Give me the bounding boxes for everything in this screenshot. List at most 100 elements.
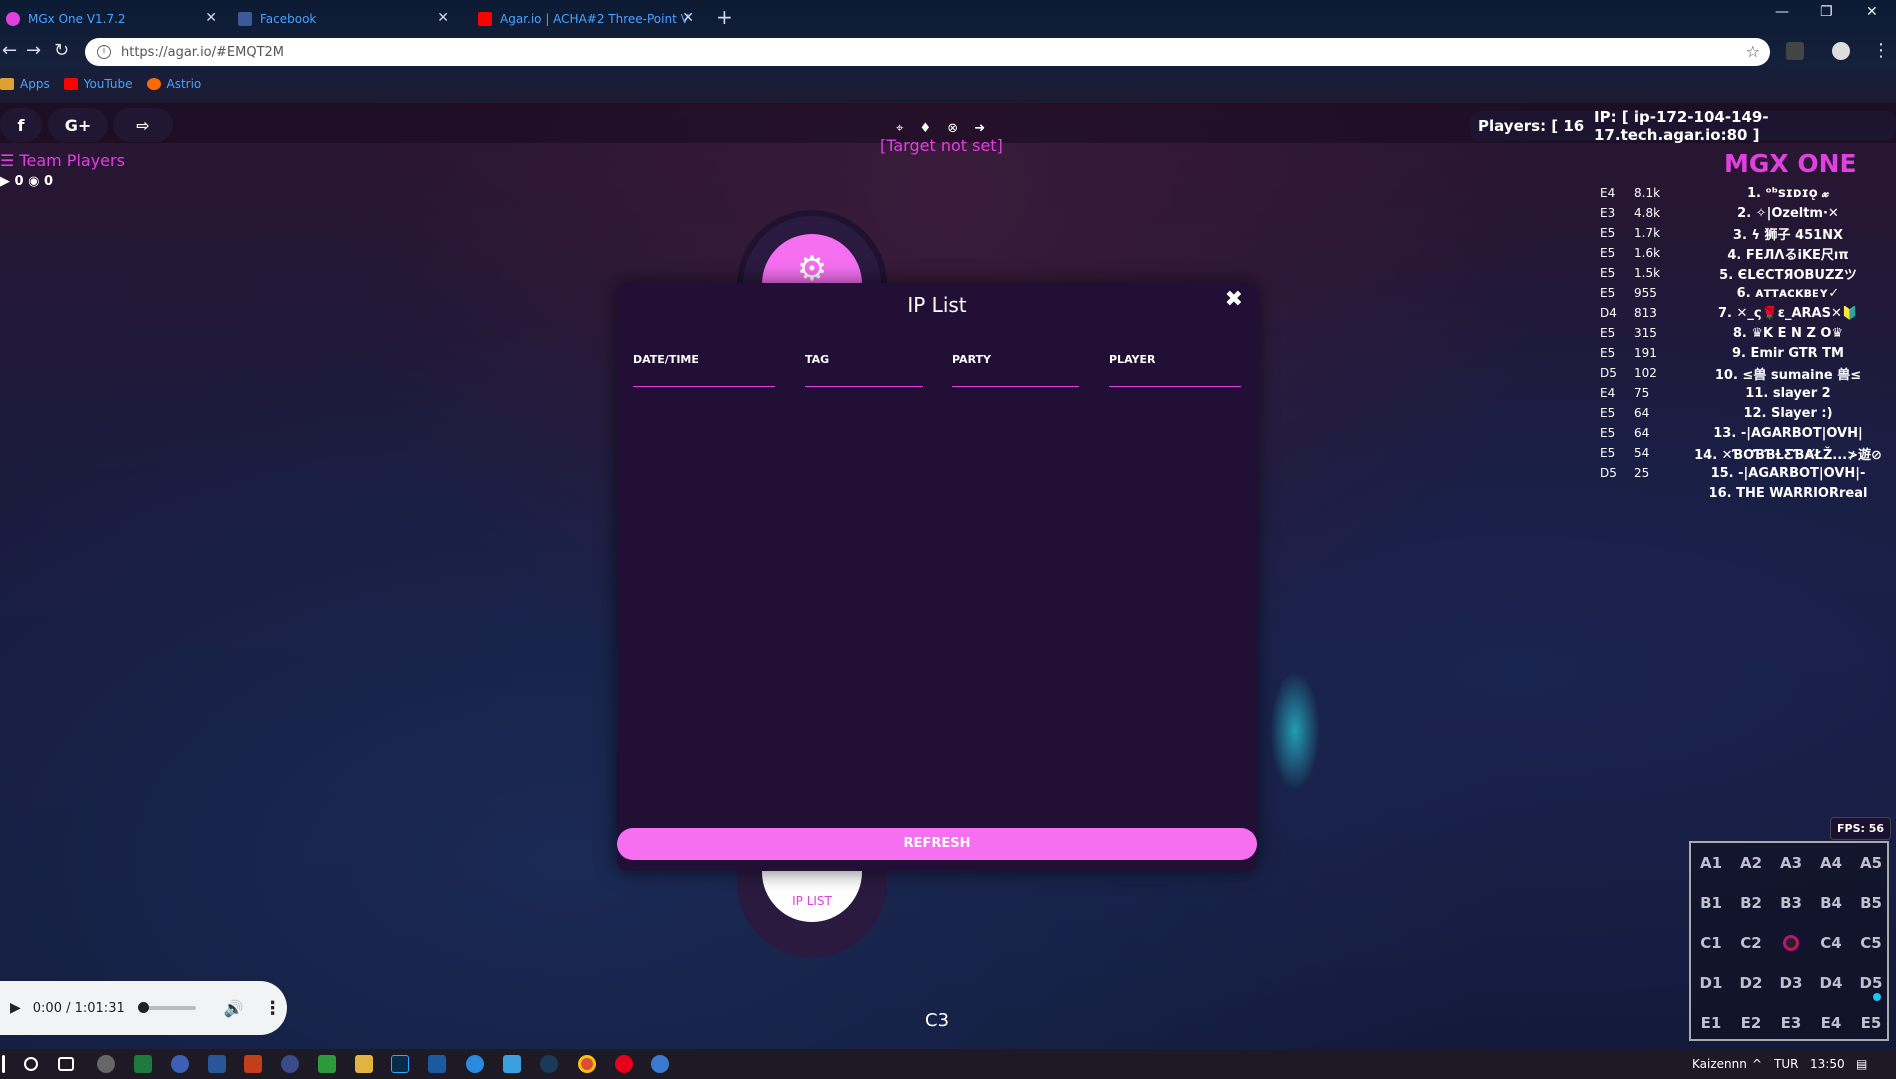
- ip-list-modal: IP List ✖ DATE/TIME TAG PARTY PLAYER REF…: [617, 283, 1257, 871]
- powerpoint-icon[interactable]: [244, 1055, 262, 1073]
- minimap-cell[interactable]: D2: [1731, 963, 1771, 1003]
- close-icon[interactable]: ✖: [1225, 287, 1243, 312]
- file-explorer-icon[interactable]: [355, 1055, 373, 1073]
- minimap-cell[interactable]: E2: [1731, 1003, 1771, 1043]
- game-canvas[interactable]: f G+ ⇨ Players: [ 16 ] IP: [ ip-172-104-…: [0, 103, 1896, 1049]
- chrome-icon[interactable]: [578, 1055, 596, 1073]
- maximize-icon[interactable]: ❐: [1820, 4, 1833, 20]
- new-tab-button[interactable]: +: [716, 6, 733, 28]
- steam-icon[interactable]: [540, 1055, 558, 1073]
- column-player[interactable]: PLAYER: [1109, 353, 1155, 366]
- target-controls[interactable]: ⌖ ♦ ⊗ ➜: [896, 121, 991, 136]
- minimap-cell[interactable]: A1: [1691, 843, 1731, 883]
- close-tab-icon[interactable]: ✕: [437, 10, 449, 26]
- minimap-cell[interactable]: C4: [1811, 923, 1851, 963]
- info-icon[interactable]: i: [97, 45, 111, 59]
- google-plus-button[interactable]: G+: [48, 108, 108, 142]
- bookmark-astrio[interactable]: Astrio: [146, 77, 201, 91]
- app-icon[interactable]: [281, 1055, 299, 1073]
- minimap-cell[interactable]: A4: [1811, 843, 1851, 883]
- leaderboard-cell: D5: [1600, 366, 1617, 380]
- minimap-cell[interactable]: E4: [1811, 1003, 1851, 1043]
- play-icon[interactable]: ▶: [10, 1000, 21, 1016]
- mgx-icon: [6, 12, 20, 26]
- app-icon[interactable]: [171, 1055, 189, 1073]
- start-icon[interactable]: [2, 1055, 5, 1073]
- opera-icon[interactable]: [615, 1055, 633, 1073]
- task-view-icon[interactable]: [58, 1057, 74, 1071]
- tab-mgx[interactable]: MGx One V1.7.2 ✕: [0, 6, 225, 32]
- address-bar[interactable]: i https://agar.io/#EMQT2M ☆: [85, 38, 1770, 66]
- minimap-cell[interactable]: C1: [1691, 923, 1731, 963]
- refresh-button[interactable]: REFRESH: [617, 828, 1257, 860]
- bookmark-apps[interactable]: Apps: [0, 77, 50, 91]
- browser-menu-icon[interactable]: ⋮: [1872, 40, 1890, 61]
- column-date-time[interactable]: DATE/TIME: [633, 353, 699, 366]
- facebook-button[interactable]: f: [0, 108, 42, 142]
- app-icon[interactable]: [503, 1055, 521, 1073]
- language-indicator[interactable]: TUR: [1774, 1057, 1798, 1071]
- audio-progress-slider[interactable]: [137, 1002, 196, 1013]
- minimap-cell[interactable]: E3: [1771, 1003, 1811, 1043]
- notifications-icon[interactable]: ▤: [1856, 1057, 1867, 1071]
- search-icon[interactable]: [24, 1057, 38, 1071]
- team-players-toggle[interactable]: ☰ Team Players: [0, 151, 125, 170]
- taskbar-user[interactable]: Kaizennn: [1692, 1057, 1747, 1071]
- app-icon[interactable]: [97, 1055, 115, 1073]
- minimap-cell[interactable]: D5: [1851, 963, 1891, 1003]
- more-options-icon[interactable]: ⋮: [264, 998, 282, 1019]
- column-tag[interactable]: TAG: [805, 353, 829, 366]
- tab-youtube[interactable]: Agar.io | ACHA#2 Three-Point V ✕: [472, 6, 702, 32]
- word-icon[interactable]: [208, 1055, 226, 1073]
- minimap-cell[interactable]: A3: [1771, 843, 1811, 883]
- column-divider: [633, 386, 775, 387]
- leaderboard-row: E4 8.1k 1. ᵒᵇsɪᴅɪǫ 𝔁: [1600, 183, 1890, 203]
- minimap-cell[interactable]: A5: [1851, 843, 1891, 883]
- logout-button[interactable]: ⇨: [113, 108, 173, 142]
- tab-facebook[interactable]: Facebook ✕: [232, 6, 457, 32]
- minimap-cell[interactable]: [1771, 923, 1811, 963]
- app-icon[interactable]: [651, 1055, 669, 1073]
- camtasia-icon[interactable]: [318, 1055, 336, 1073]
- forward-icon[interactable]: →: [26, 40, 41, 61]
- minimap-cell[interactable]: C2: [1731, 923, 1771, 963]
- minimap-cell[interactable]: D3: [1771, 963, 1811, 1003]
- minimap-cell[interactable]: B3: [1771, 883, 1811, 923]
- minimap-cell[interactable]: D1: [1691, 963, 1731, 1003]
- excel-icon[interactable]: [134, 1055, 152, 1073]
- profile-avatar[interactable]: [1832, 42, 1850, 60]
- minimap-cell[interactable]: B1: [1691, 883, 1731, 923]
- leaderboard-name: 1. ᵒᵇsɪᴅɪǫ 𝔁: [1746, 185, 1830, 201]
- minimap-cell[interactable]: B5: [1851, 883, 1891, 923]
- internet-explorer-icon[interactable]: [466, 1055, 484, 1073]
- minimap-cell[interactable]: E5: [1851, 1003, 1891, 1043]
- extension-icon[interactable]: [1786, 42, 1804, 60]
- column-party[interactable]: PARTY: [952, 353, 991, 366]
- reload-icon[interactable]: ↻: [54, 40, 69, 61]
- minimap-cell[interactable]: A2: [1731, 843, 1771, 883]
- slider-knob[interactable]: [137, 1002, 149, 1013]
- clock[interactable]: 13:50: [1810, 1057, 1845, 1071]
- minimap-cell-label: E2: [1740, 1014, 1762, 1032]
- minimap-player-dot: [1873, 993, 1881, 1001]
- leaderboard-row: E5 1.5k 5. ЄLЄCTЯOBUZZツ: [1600, 263, 1890, 283]
- minimap-cell[interactable]: B4: [1811, 883, 1851, 923]
- minimize-icon[interactable]: —: [1775, 4, 1789, 20]
- tray-chevron-icon[interactable]: ^: [1752, 1057, 1762, 1071]
- volume-icon[interactable]: 🔊: [224, 999, 244, 1018]
- bookmark-star-icon[interactable]: ☆: [1746, 42, 1760, 61]
- close-window-icon[interactable]: ✕: [1866, 4, 1878, 20]
- minimap-cell[interactable]: B2: [1731, 883, 1771, 923]
- minimap-cell[interactable]: E1: [1691, 1003, 1731, 1043]
- close-tab-icon[interactable]: ✕: [205, 10, 217, 26]
- minimap-cell[interactable]: D4: [1811, 963, 1851, 1003]
- leaderboard-mass: 4.8k: [1634, 206, 1661, 220]
- back-icon[interactable]: ←: [2, 40, 17, 61]
- url-text: https://agar.io/#EMQT2M: [121, 44, 284, 60]
- close-tab-icon[interactable]: ✕: [682, 10, 694, 26]
- app-icon[interactable]: [428, 1055, 446, 1073]
- bookmark-youtube[interactable]: YouTube: [63, 77, 133, 91]
- photoshop-icon[interactable]: [391, 1055, 409, 1073]
- minimap-cell[interactable]: C5: [1851, 923, 1891, 963]
- leaderboard-cell: E5: [1600, 446, 1616, 460]
